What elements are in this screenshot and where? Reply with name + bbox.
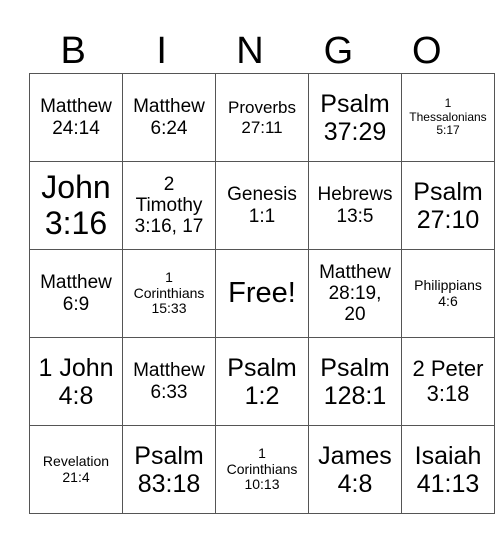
cell-text: Matthew 6:33 [133, 360, 205, 403]
cell-text: Free! [228, 277, 296, 310]
bingo-cell[interactable]: Matthew 28:19, 20 [308, 249, 402, 338]
bingo-cell[interactable]: Matthew 6:9 [29, 249, 123, 338]
bingo-cell[interactable]: Psalm 27:10 [401, 161, 495, 250]
grid-row: John 3:16 2 Timothy 3:16, 17 Genesis 1:1… [29, 161, 495, 250]
bingo-cell[interactable]: Revelation 21:4 [29, 425, 123, 514]
cell-text: Matthew 24:14 [40, 96, 112, 139]
grid-row: Matthew 24:14 Matthew 6:24 Proverbs 27:1… [29, 73, 495, 162]
bingo-cell[interactable]: 1 Thessalonians 5:17 [401, 73, 495, 162]
cell-text: John 3:16 [41, 168, 111, 241]
bingo-cell[interactable]: Psalm 83:18 [122, 425, 216, 514]
cell-text: Psalm 83:18 [134, 441, 204, 498]
header-letter-o: O [412, 30, 442, 72]
cell-text: Philippians 4:6 [414, 276, 482, 309]
bingo-cell[interactable]: Matthew 24:14 [29, 73, 123, 162]
header-letter-g: G [323, 30, 354, 72]
bingo-cell[interactable]: Hebrews 13:5 [308, 161, 402, 250]
bingo-cell[interactable]: John 3:16 [29, 161, 123, 250]
cell-text: Matthew 6:9 [40, 272, 112, 315]
cell-text: 1 Thessalonians 5:17 [409, 96, 487, 138]
header-letter-i: I [156, 30, 167, 72]
cell-text: Proverbs 27:11 [227, 98, 297, 137]
bingo-cell[interactable]: James 4:8 [308, 425, 402, 514]
bingo-cell[interactable]: Genesis 1:1 [215, 161, 309, 250]
bingo-grid: Matthew 24:14 Matthew 6:24 Proverbs 27:1… [29, 73, 495, 514]
bingo-cell[interactable]: 2 Peter 3:18 [401, 337, 495, 426]
cell-text: Revelation 21:4 [42, 452, 110, 485]
grid-row: 1 John 4:8 Matthew 6:33 Psalm 1:2 Psalm … [29, 337, 495, 426]
header-letter-n: N [236, 30, 264, 72]
bingo-cell[interactable]: 1 Corinthians 10:13 [215, 425, 309, 514]
bingo-cell[interactable]: Psalm 37:29 [308, 73, 402, 162]
bingo-header: B I N G O [29, 30, 471, 73]
bingo-cell[interactable]: Psalm 128:1 [308, 337, 402, 426]
bingo-cell[interactable]: 1 John 4:8 [29, 337, 123, 426]
bingo-cell[interactable]: Proverbs 27:11 [215, 73, 309, 162]
bingo-cell[interactable]: Isaiah 41:13 [401, 425, 495, 514]
cell-text: 1 Corinthians 10:13 [226, 444, 298, 493]
cell-text: 2 Timothy 3:16, 17 [134, 173, 204, 238]
cell-text: Psalm 37:29 [320, 89, 390, 146]
cell-text: Psalm 1:2 [227, 353, 297, 410]
cell-text: Psalm 27:10 [413, 177, 483, 234]
bingo-cell[interactable]: 2 Timothy 3:16, 17 [122, 161, 216, 250]
cell-text: Matthew 28:19, 20 [319, 261, 391, 326]
cell-text: 2 Peter 3:18 [412, 355, 484, 406]
header-letter-b: B [60, 30, 86, 72]
cell-text: Matthew 6:24 [133, 96, 205, 139]
cell-text: Psalm 128:1 [320, 353, 390, 410]
grid-row: Revelation 21:4 Psalm 83:18 1 Corinthian… [29, 425, 495, 514]
bingo-cell[interactable]: Matthew 6:33 [122, 337, 216, 426]
bingo-cell[interactable]: Philippians 4:6 [401, 249, 495, 338]
bingo-cell[interactable]: 1 Corinthians 15:33 [122, 249, 216, 338]
cell-text: 1 John 4:8 [38, 353, 114, 410]
cell-text: Isaiah 41:13 [414, 441, 482, 498]
cell-text: 1 Corinthians 15:33 [133, 268, 205, 317]
free-space-cell[interactable]: Free! [215, 249, 309, 338]
bingo-cell[interactable]: Matthew 6:24 [122, 73, 216, 162]
bingo-cell[interactable]: Psalm 1:2 [215, 337, 309, 426]
cell-text: James 4:8 [318, 441, 392, 498]
cell-text: Genesis 1:1 [227, 184, 297, 227]
grid-row: Matthew 6:9 1 Corinthians 15:33 Free! Ma… [29, 249, 495, 338]
cell-text: Hebrews 13:5 [317, 184, 393, 227]
